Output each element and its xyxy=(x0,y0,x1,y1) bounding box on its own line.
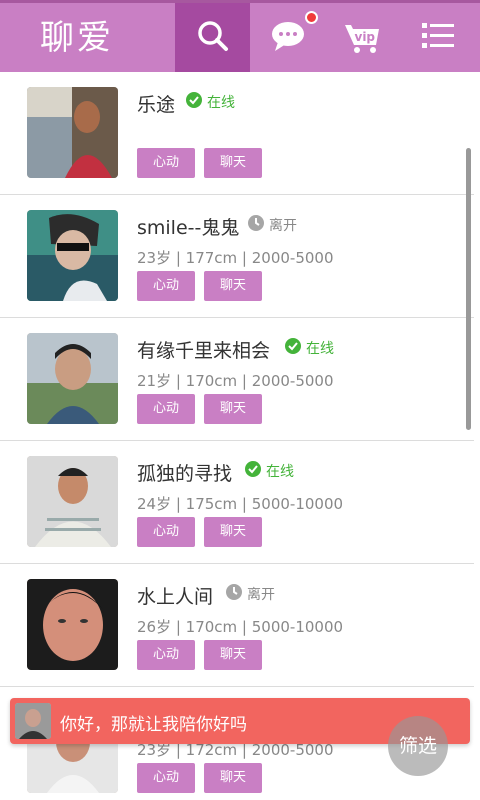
user-meta: 24岁 | 175cm | 5000-10000 xyxy=(137,495,344,513)
search-icon xyxy=(196,19,230,57)
status-badge: 在线 xyxy=(285,338,334,358)
list-item[interactable]: 有缘千里来相会 在线 21岁 | 170cm | 2000-5000 心动 聊天 xyxy=(0,318,474,441)
avatar[interactable] xyxy=(27,333,118,424)
menu-icon xyxy=(421,21,454,55)
list-item[interactable]: 孤独的寻找 在线 24岁 | 175cm | 5000-10000 心动 聊天 xyxy=(0,441,474,564)
filter-button[interactable]: 筛选 xyxy=(388,716,448,776)
user-meta: 21岁 | 170cm | 2000-5000 xyxy=(137,372,334,390)
check-circle-icon xyxy=(245,461,261,481)
chat-button[interactable]: 聊天 xyxy=(204,148,262,178)
user-name: 孤独的寻找 xyxy=(137,463,233,485)
unread-dot xyxy=(305,11,318,24)
status-badge: 在线 xyxy=(245,461,294,481)
menu-button[interactable] xyxy=(400,3,475,72)
status-badge: 离开 xyxy=(248,215,297,235)
like-button[interactable]: 心动 xyxy=(137,394,195,424)
chat-button[interactable]: 聊天 xyxy=(204,763,262,793)
avatar[interactable] xyxy=(27,456,118,547)
chat-button[interactable]: 聊天 xyxy=(204,517,262,547)
check-circle-icon xyxy=(186,92,202,112)
list-item[interactable]: smile--鬼鬼 离开 23岁 | 177cm | 2000-5000 心动 … xyxy=(0,195,474,318)
messages-button[interactable] xyxy=(250,3,325,72)
search-button[interactable] xyxy=(175,3,250,72)
scrollbar[interactable] xyxy=(466,148,471,430)
clock-icon xyxy=(226,584,242,604)
user-list[interactable]: 乐途 在线 心动 聊天 smile--鬼鬼 离开 23岁 | 177cm | 2… xyxy=(0,72,474,800)
list-item[interactable]: 乐途 在线 心动 聊天 xyxy=(0,72,474,195)
user-meta: 26岁 | 170cm | 5000-10000 xyxy=(137,618,344,636)
user-meta: 23岁 | 177cm | 2000-5000 xyxy=(137,249,334,267)
like-button[interactable]: 心动 xyxy=(137,148,195,178)
toast-message: 你好，那就让我陪你好吗 xyxy=(60,715,247,735)
clock-icon xyxy=(248,215,264,235)
chat-button[interactable]: 聊天 xyxy=(204,271,262,301)
like-button[interactable]: 心动 xyxy=(137,640,195,670)
user-name: smile--鬼鬼 xyxy=(137,217,240,239)
user-name: 水上人间 xyxy=(137,586,214,608)
avatar[interactable] xyxy=(27,210,118,301)
chat-button[interactable]: 聊天 xyxy=(204,394,262,424)
avatar[interactable] xyxy=(27,87,118,178)
chat-button[interactable]: 聊天 xyxy=(204,640,262,670)
user-name: 有缘千里来相会 xyxy=(137,340,271,362)
toast-avatar xyxy=(15,703,51,739)
like-button[interactable]: 心动 xyxy=(137,517,195,547)
like-button[interactable]: 心动 xyxy=(137,763,195,793)
avatar[interactable] xyxy=(27,579,118,670)
like-button[interactable]: 心动 xyxy=(137,271,195,301)
check-circle-icon xyxy=(285,338,301,358)
chat-bubble-icon xyxy=(270,20,306,56)
app-logo: 聊爱 xyxy=(40,18,114,58)
user-name: 乐途 xyxy=(137,94,176,116)
list-item[interactable]: 水上人间 离开 26岁 | 170cm | 5000-10000 心动 聊天 xyxy=(0,564,474,687)
vip-cart-icon: vip xyxy=(343,21,383,55)
status-badge: 离开 xyxy=(226,584,275,604)
top-bar: 聊爱 vip xyxy=(0,0,480,72)
vip-button[interactable]: vip xyxy=(325,3,400,72)
status-badge: 在线 xyxy=(186,92,235,112)
